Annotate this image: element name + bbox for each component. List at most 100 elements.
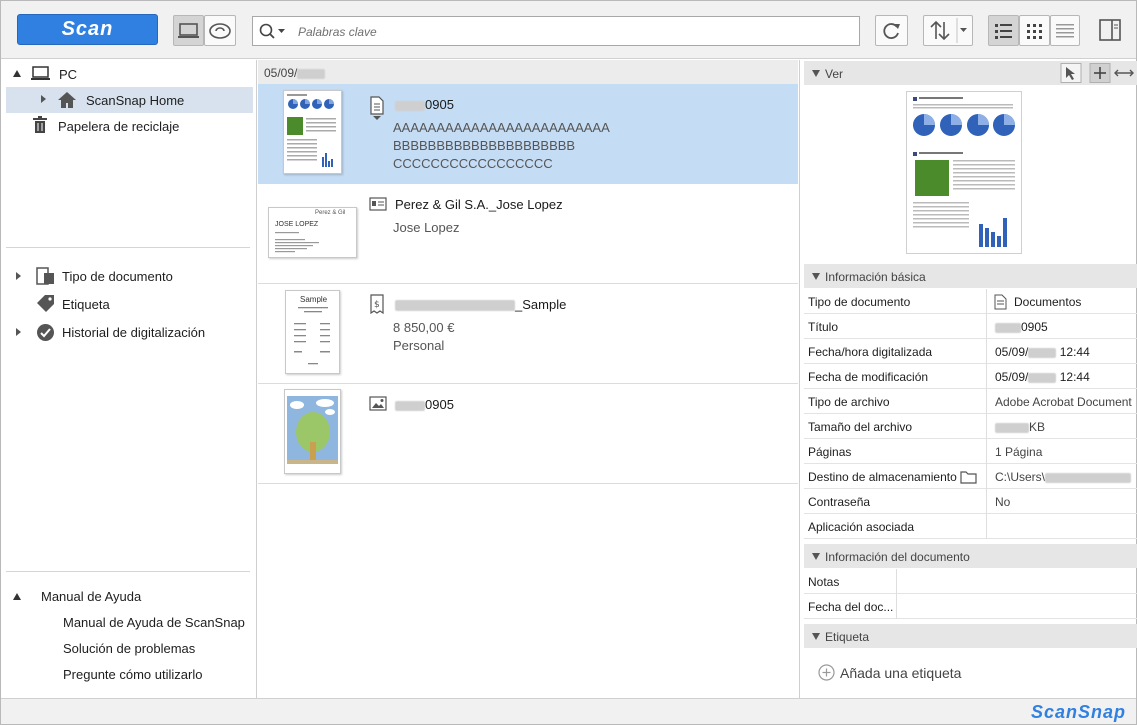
business-card-thumbnail[interactable]: Perez & Gil JOSE LOPEZ [268, 207, 357, 258]
receipt-icon: $ [370, 294, 384, 314]
sort-button[interactable] [923, 15, 973, 46]
search-box[interactable]: Palabras clave [252, 16, 860, 46]
expand-icon[interactable] [41, 95, 46, 103]
doc-info-header[interactable]: Información del documento [804, 544, 1137, 568]
tree-item-tag[interactable]: Etiqueta [62, 297, 110, 312]
document-type-icon [36, 267, 54, 285]
item-title: _Sample [395, 297, 566, 312]
help-link-troubleshooting[interactable]: Solución de problemas [63, 641, 195, 656]
date-text: 05/09/ [264, 66, 298, 80]
item-text-line: Jose Lopez [393, 220, 460, 235]
section-title: Información del documento [825, 550, 970, 564]
prop-row-doc-date[interactable]: Fecha del doc... [804, 594, 1137, 619]
item-title: 0905 [395, 397, 454, 412]
prop-row-scan-date: Fecha/hora digitalizada 05/09/ 12:44 [804, 339, 1137, 364]
preview-image [913, 97, 1015, 247]
status-bar: ScanSnap [1, 698, 1136, 724]
card-company: Perez & Gil [315, 210, 346, 216]
tree-item-label: ScanSnap Home [86, 93, 185, 108]
cloud-view-button[interactable] [204, 15, 236, 46]
photo-thumbnail[interactable] [284, 389, 341, 474]
list-item[interactable]: Sample $ _Sample 8 850,00 € Personal [258, 284, 798, 384]
item-text-line: Personal [393, 338, 445, 353]
collapse-icon[interactable] [13, 70, 21, 77]
tag-section-header[interactable]: Etiqueta [804, 624, 1137, 648]
help-link-manual[interactable]: Manual de Ayuda de ScanSnap [63, 615, 245, 630]
receipt-thumbnail[interactable]: Sample [285, 290, 340, 374]
item-title: 0905 [395, 97, 454, 112]
basic-info-header[interactable]: Información básica [804, 264, 1137, 288]
prop-row-mod-date: Fecha de modificación 05/09/ 12:44 [804, 364, 1137, 389]
item-text-line: 8 850,00 € [393, 320, 455, 335]
section-title: Información básica [825, 270, 926, 284]
document-icon [370, 96, 384, 120]
divider [6, 247, 250, 248]
preview-tools [1060, 63, 1134, 83]
list-view-icon [995, 24, 1012, 39]
item-text-line: AAAAAAAAAAAAAAAAAAAAAAAAA [393, 120, 610, 135]
prop-row-file-type: Tipo de archivo Adobe Acrobat Document [804, 389, 1137, 414]
add-tag-button[interactable]: Añada una etiqueta [818, 662, 1018, 684]
sort-icon [930, 18, 967, 43]
section-title: Ver [825, 67, 844, 81]
history-icon [37, 324, 54, 341]
tag-icon [37, 295, 54, 312]
tree-item-pc[interactable]: PC [59, 67, 77, 82]
item-text-line: CCCCCCCCCCCCCCCCC [393, 156, 553, 171]
thumbnail-view-button[interactable] [1019, 15, 1050, 46]
expand-icon[interactable] [16, 272, 21, 280]
prop-row-file-size: Tamaño del archivo KB [804, 414, 1137, 439]
date-group-header: 05/09/ [258, 60, 798, 84]
help-link-ask[interactable]: Pregunte cómo utilizarlo [63, 667, 202, 682]
document-icon [994, 294, 1007, 310]
business-card-icon [369, 197, 387, 211]
prop-row-title[interactable]: Título 0905 [804, 314, 1137, 339]
detail-panel: Ver Información básica Tipo de documento… [799, 60, 1137, 698]
tree-item-doc-type[interactable]: Tipo de documento [62, 269, 173, 284]
receipt-lines [294, 307, 330, 365]
sidebar: PC ScanSnap Home Papelera de reciclaje T… [1, 60, 257, 698]
plus-circle-icon [818, 664, 835, 681]
prop-row-location: Destino de almacenamiento C:\Users\ [804, 464, 1137, 489]
cloud-sync-icon [209, 23, 231, 39]
item-text-line: BBBBBBBBBBBBBBBBBBBBB [393, 138, 576, 153]
collapse-icon[interactable] [13, 593, 21, 600]
panel-layout-icon [1099, 19, 1121, 41]
document-preview-image [287, 94, 336, 167]
prop-row-notes[interactable]: Notas [804, 569, 1137, 594]
document-preview[interactable] [906, 91, 1022, 254]
svg-text:$: $ [374, 300, 380, 310]
content-list: 05/09/ 0905 AAAAAAAAAAAAAAAAAAAAAAAAA BB… [258, 60, 798, 698]
document-thumbnail[interactable] [283, 90, 342, 174]
image-icon [369, 396, 387, 411]
expand-icon[interactable] [16, 328, 21, 336]
refresh-button[interactable] [875, 15, 908, 46]
help-manual-header[interactable]: Manual de Ayuda [41, 589, 141, 604]
list-item[interactable]: 0905 [258, 384, 798, 484]
prop-row-password: Contraseña No [804, 489, 1137, 514]
prop-row-doc-type: Tipo de documento Documentos [804, 289, 1137, 314]
list-view-button[interactable] [988, 15, 1019, 46]
search-input[interactable]: Palabras clave [298, 25, 377, 39]
scan-button[interactable]: Scan [17, 14, 158, 45]
computer-icon [31, 66, 50, 80]
divider [6, 571, 250, 572]
tree-photo [285, 390, 340, 473]
toggle-panel-button[interactable] [1097, 17, 1123, 43]
scansnap-logo: ScanSnap [1030, 702, 1126, 722]
list-item[interactable]: Perez & Gil JOSE LOPEZ Perez & Gil S.A._… [258, 184, 798, 284]
search-icon[interactable] [258, 22, 288, 42]
detail-view-button[interactable] [1050, 15, 1080, 46]
home-icon [58, 92, 76, 108]
list-item[interactable]: 0905 AAAAAAAAAAAAAAAAAAAAAAAAA BBBBBBBBB… [258, 84, 798, 184]
add-tag-label: Añada una etiqueta [840, 665, 962, 681]
tree-item-history[interactable]: Historial de digitalización [62, 325, 205, 340]
computer-icon [178, 23, 199, 38]
tree-item-recycle[interactable]: Papelera de reciclaje [58, 119, 179, 134]
section-title: Etiqueta [825, 630, 870, 644]
redacted [297, 68, 326, 79]
toolbar: Scan Palabras clave [1, 1, 1136, 59]
folder-icon[interactable] [960, 470, 978, 484]
local-view-button[interactable] [173, 15, 204, 46]
receipt-title: Sample [300, 295, 328, 304]
